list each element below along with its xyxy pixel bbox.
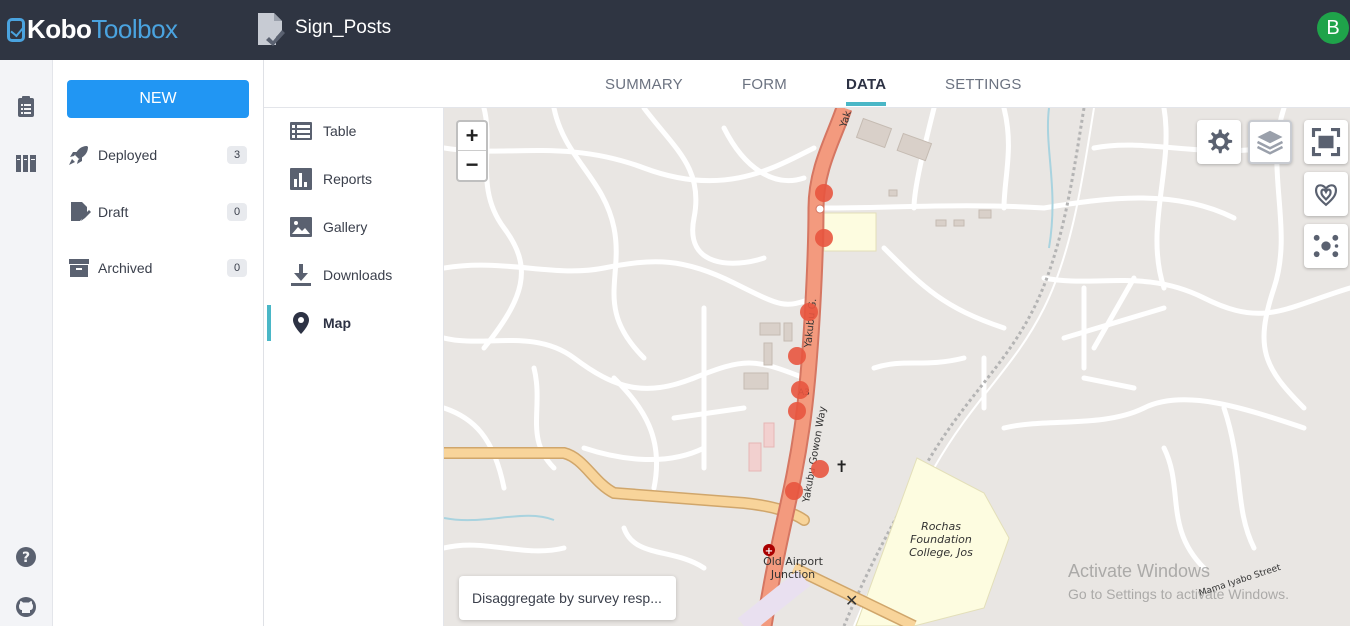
count-badge: 3 [227,146,247,164]
map-pin-icon [293,312,309,334]
sidebar: NEW Deployed 3 Draft 0 Archived 0 [53,60,264,626]
subnav-item-gallery[interactable]: Gallery [264,209,444,245]
svg-text:?: ? [22,550,30,566]
heatmap-button[interactable] [1304,172,1348,216]
sidebar-item-deployed[interactable]: Deployed 3 [67,141,247,169]
logo-check-icon [7,17,25,42]
top-bar: KoboToolbox Sign_Posts B [0,0,1350,60]
logo-kobo-text: Kobo [27,14,92,44]
gear-icon [1208,129,1233,154]
survey-marker [800,303,818,321]
map-layers-button[interactable] [1248,120,1292,164]
subnav-label: Gallery [323,219,368,235]
user-avatar[interactable]: B [1317,12,1349,44]
form-project-icon [258,13,285,46]
reports-icon [290,168,312,190]
count-badge: 0 [227,259,247,277]
fullscreen-button[interactable] [1304,120,1348,164]
survey-marker [815,184,833,202]
survey-marker [785,482,803,500]
cluster-button[interactable] [1304,224,1348,268]
count-badge: 0 [227,203,247,221]
left-rail: ? [0,60,53,626]
survey-marker [811,460,829,478]
heatmap-icon [1314,184,1338,207]
sidebar-item-label: Deployed [98,147,158,163]
subnav-label: Downloads [323,267,393,283]
archive-icon [69,259,89,277]
new-button[interactable]: NEW [67,80,249,118]
rocket-icon [69,146,88,165]
data-subnav: Table Reports Gallery Downloads Map [264,108,444,626]
zoom-in-button[interactable]: + [458,122,486,151]
logo-toolbox-text: Toolbox [91,14,178,44]
activate-windows-title: Activate Windows [1068,561,1211,581]
fullscreen-icon [1311,127,1341,157]
github-icon[interactable] [14,595,38,619]
junction-label: Old Airport Junction [763,555,823,581]
gallery-icon [290,217,312,237]
sidebar-item-draft[interactable]: Draft 0 [67,198,247,226]
subnav-item-downloads[interactable]: Downloads [264,257,444,293]
tab-settings[interactable]: SETTINGS [945,76,1022,93]
layers-icon [1256,130,1284,155]
tab-form[interactable]: FORM [742,76,787,93]
subnav-label: Table [323,123,357,139]
subnav-label: Map [323,315,351,331]
subnav-item-reports[interactable]: Reports [264,161,444,197]
subnav-item-table[interactable]: Table [264,113,444,149]
subnav-label: Reports [323,171,373,187]
activate-windows-subtitle: Go to Settings to activate Windows. [1068,586,1289,602]
zoom-out-button[interactable]: − [458,151,486,180]
sidebar-item-archived[interactable]: Archived 0 [67,254,247,282]
forms-icon[interactable] [14,95,38,119]
kobotoolbox-logo[interactable]: KoboToolbox [7,14,178,45]
active-tab-indicator [846,102,886,106]
survey-marker [788,347,806,365]
sidebar-item-label: Archived [98,260,153,276]
library-icon[interactable] [14,151,38,175]
draft-icon [71,202,91,221]
survey-marker [788,402,806,420]
project-tabs: SUMMARY FORM DATA SETTINGS [264,60,1350,108]
svg-text:✕: ✕ [845,591,858,610]
disaggregate-select[interactable]: Disaggregate by survey resp... [459,576,676,620]
download-icon [291,264,311,286]
tab-summary[interactable]: SUMMARY [605,76,683,93]
table-icon [290,122,312,140]
sidebar-item-label: Draft [98,204,129,220]
map-view[interactable]: ✝ + ✕ Yakubu Gowon Way Yakubu G. Yak A3 … [444,108,1350,626]
svg-text:✝: ✝ [835,457,848,476]
tab-data[interactable]: DATA [846,76,886,93]
project-title: Sign_Posts [295,17,392,38]
cluster-icon [1313,234,1339,258]
map-tiles: ✝ + ✕ Yakubu Gowon Way Yakubu G. Yak A3 … [444,108,1350,626]
zoom-control: + − [456,120,488,182]
help-icon[interactable]: ? [14,545,38,569]
subnav-item-map[interactable]: Map [264,305,444,341]
college-label: Rochas Foundation College, Jos [909,520,973,559]
map-settings-button[interactable] [1197,120,1241,164]
survey-marker [791,381,809,399]
survey-marker [815,229,833,247]
